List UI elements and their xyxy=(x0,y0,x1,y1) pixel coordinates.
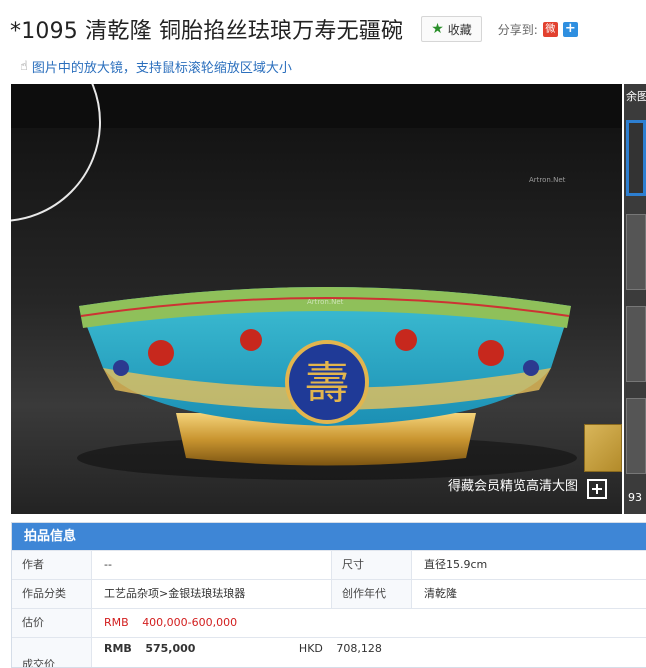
hand-pointer-icon: ☝ xyxy=(20,58,28,74)
favorite-label: 收藏 xyxy=(447,22,472,37)
bowl-image: 壽 xyxy=(77,287,577,480)
star-icon: ★ xyxy=(431,21,444,37)
lot-info-table: 拍品信息 作者 -- 尺寸 直径15.9cm 作品分类 工艺品杂项>金银珐琅珐琅… xyxy=(11,522,646,668)
table-row: 估价 RMB 400,000-600,000 xyxy=(12,608,646,637)
svg-text:壽: 壽 xyxy=(305,358,349,409)
category-label: 作品分类 xyxy=(12,580,92,608)
author-value: -- xyxy=(92,551,332,579)
estimate-value: 400,000-600,000 xyxy=(142,616,238,629)
thumbnail-count: 93 xyxy=(628,491,642,504)
header: *1095 清乾隆 铜胎掐丝珐琅万寿无疆碗 ★ 收藏 分享到: 微 + xyxy=(10,12,646,46)
size-value: 直径15.9cm xyxy=(424,558,488,571)
expand-icon[interactable] xyxy=(586,478,608,500)
lot-info-heading: 拍品信息 xyxy=(12,523,646,550)
table-row: 作品分类 工艺品杂项>金银珐琅珐琅器 创作年代 清乾隆 xyxy=(12,579,646,608)
era-value: 清乾隆 xyxy=(424,587,457,600)
plus-icon[interactable]: + xyxy=(562,21,578,37)
artwork-photo[interactable]: 壽 Artron.Net Artron.Net xyxy=(11,128,622,514)
table-row: 成交价 RMB 575,000 HKD 708,128 xyxy=(12,637,646,667)
thumbnail-item[interactable] xyxy=(626,306,646,382)
size-label: 尺寸 xyxy=(332,551,412,579)
deal-currency2: HKD xyxy=(298,642,323,655)
thumbnail-heading: 余图 xyxy=(626,90,646,103)
magnifier-tip-text: 图片中的放大镜，支持鼠标滚轮缩放区域大小 xyxy=(31,60,292,76)
thumbnail-item[interactable] xyxy=(626,120,646,196)
estimate-value-cell: RMB 400,000-600,000 xyxy=(92,609,646,637)
thumbnail-item[interactable] xyxy=(626,214,646,290)
deal-value: 575,000 xyxy=(145,642,196,655)
magnifier-tip: ☝ 图片中的放大镜，支持鼠标滚轮缩放区域大小 xyxy=(20,56,292,76)
estimate-currency: RMB xyxy=(104,616,129,629)
era-label: 创作年代 xyxy=(332,580,412,608)
table-row: 作者 -- 尺寸 直径15.9cm xyxy=(12,550,646,579)
thumbnail-item[interactable] xyxy=(626,398,646,474)
seal-mark-image xyxy=(584,424,622,472)
deal-label: 成交价 xyxy=(12,638,92,667)
category-value[interactable]: 工艺品杂项>金银珐琅珐琅器 xyxy=(92,580,332,608)
image-viewer[interactable]: 壽 Artron.Net Artron.Net 得藏会员精览高清大图 xyxy=(11,84,622,514)
thumbnail-strip: 余图 93 xyxy=(624,84,646,514)
deal-currency: RMB xyxy=(104,642,132,655)
weibo-icon[interactable]: 微 xyxy=(542,21,558,37)
deal-value-cell: RMB 575,000 HKD 708,128 xyxy=(92,638,646,666)
favorite-button[interactable]: ★ 收藏 xyxy=(421,16,482,42)
hd-view-label[interactable]: 得藏会员精览高清大图 xyxy=(448,475,578,494)
author-label: 作者 xyxy=(12,551,92,579)
share-label: 分享到: xyxy=(497,22,538,37)
watermark-center: Artron.Net xyxy=(307,298,344,306)
watermark: Artron.Net xyxy=(529,176,566,184)
page-title: *1095 清乾隆 铜胎掐丝珐琅万寿无疆碗 xyxy=(10,19,404,44)
deal-value2: 708,128 xyxy=(336,642,382,655)
estimate-label: 估价 xyxy=(12,609,92,637)
